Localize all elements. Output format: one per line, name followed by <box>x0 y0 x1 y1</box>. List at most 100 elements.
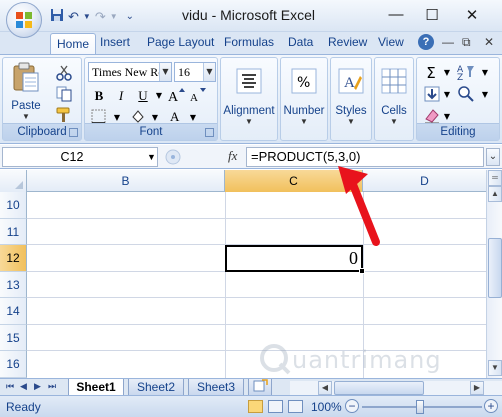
split-box-icon[interactable]: ═ <box>488 170 502 186</box>
undo-icon[interactable]: ↶ <box>68 9 79 25</box>
number-button[interactable]: % Number ▼ <box>281 66 327 128</box>
select-all-corner[interactable] <box>0 170 27 192</box>
paste-button[interactable]: Paste ▼ <box>6 61 46 123</box>
row-header-14[interactable]: 14 <box>0 298 27 325</box>
cells-button[interactable]: Cells ▼ <box>375 66 413 128</box>
vertical-scroll-thumb[interactable] <box>488 238 502 298</box>
insert-sheet-button[interactable] <box>248 379 272 396</box>
scroll-right-icon[interactable]: ▶ <box>470 381 484 395</box>
font-name-dropdown-icon[interactable]: ▼ <box>159 63 171 81</box>
active-cell-c12[interactable]: 0 <box>225 245 363 272</box>
tab-home[interactable]: Home <box>50 33 97 55</box>
vertical-scrollbar[interactable]: ═ ▲ ▼ <box>486 170 502 378</box>
office-button[interactable] <box>6 2 42 38</box>
first-sheet-icon[interactable]: ⏮ <box>6 381 14 392</box>
fill-dropdown-icon[interactable]: ▼ <box>437 84 457 104</box>
save-icon[interactable] <box>50 8 64 25</box>
cut-icon[interactable] <box>55 64 73 82</box>
row-header-13[interactable]: 13 <box>0 272 27 298</box>
worksheet-grid[interactable]: B C D 10 11 12 13 14 15 16 0 <box>0 170 486 378</box>
row-header-16[interactable]: 16 <box>0 351 27 378</box>
gridline <box>363 192 364 378</box>
ribbon-minimize-icon[interactable]: — <box>442 35 454 49</box>
autosum-dropdown-icon[interactable]: ▼ <box>437 62 457 82</box>
restore-button[interactable]: ☐ <box>422 6 442 24</box>
tab-review[interactable]: Review <box>328 35 367 49</box>
column-header-d[interactable]: D <box>363 170 486 192</box>
find-select-dropdown-icon[interactable]: ▼ <box>475 84 495 104</box>
styles-button[interactable]: A Styles ▼ <box>331 66 371 128</box>
customize-qat-icon[interactable]: ⌄ <box>126 11 134 22</box>
row-header-10[interactable]: 10 <box>0 192 27 219</box>
horizontal-scrollbar[interactable]: ◀ ▶ <box>290 381 502 395</box>
insert-function-icon[interactable]: fx <box>228 148 237 164</box>
tab-formulas[interactable]: Formulas <box>224 35 274 49</box>
fill-handle[interactable] <box>359 268 365 274</box>
grow-font-icon[interactable]: A <box>167 86 185 104</box>
ribbon-close-icon[interactable]: ✕ <box>484 35 494 49</box>
copy-icon[interactable] <box>55 85 73 103</box>
tab-view[interactable]: View <box>378 35 404 49</box>
underline-dropdown-icon[interactable]: ▼ <box>149 85 169 105</box>
prev-sheet-icon[interactable]: ◀ <box>20 381 27 392</box>
next-sheet-icon[interactable]: ▶ <box>34 381 41 392</box>
sheet-tab-sheet3[interactable]: Sheet3 <box>188 379 244 396</box>
format-painter-icon[interactable] <box>55 106 73 124</box>
redo-icon[interactable]: ↷ <box>95 9 106 25</box>
styles-group: A Styles ▼ <box>330 57 372 141</box>
page-layout-view-icon[interactable] <box>268 400 283 413</box>
normal-view-icon[interactable] <box>248 400 263 413</box>
scroll-up-icon[interactable]: ▲ <box>488 186 502 202</box>
font-group: Times New Roman ▼ 16 ▼ B I U ▼ A A ▼ ▼ <box>84 57 218 141</box>
row-header-15[interactable]: 15 <box>0 325 27 351</box>
sort-filter-icon[interactable]: A Z <box>457 63 475 81</box>
alignment-label: Alignment <box>223 105 275 117</box>
italic-button[interactable]: I <box>111 85 131 105</box>
alignment-dropdown-icon: ▼ <box>245 117 253 126</box>
tab-page-layout[interactable]: Page Layout <box>147 35 214 49</box>
minimize-button[interactable]: — <box>386 6 406 23</box>
paste-dropdown-icon[interactable]: ▼ <box>6 112 46 121</box>
font-name-select[interactable]: Times New Roman ▼ <box>88 62 172 82</box>
row-header-12[interactable]: 12 <box>0 245 27 272</box>
font-size-dropdown-icon[interactable]: ▼ <box>203 63 215 81</box>
name-box[interactable]: C12 <box>2 147 158 167</box>
gridline <box>27 218 486 219</box>
sort-filter-dropdown-icon[interactable]: ▼ <box>475 62 495 82</box>
column-header-b[interactable]: B <box>27 170 225 192</box>
paste-icon <box>13 62 39 92</box>
tab-insert[interactable]: Insert <box>100 35 130 49</box>
styles-icon: A <box>338 68 364 94</box>
scroll-down-icon[interactable]: ▼ <box>488 360 502 376</box>
clipboard-launcher-icon[interactable] <box>69 128 78 137</box>
expand-formula-bar-icon[interactable]: ⌄ <box>486 148 500 166</box>
sheet-tab-sheet2[interactable]: Sheet2 <box>128 379 184 396</box>
column-header-c[interactable]: C <box>225 170 363 192</box>
help-icon[interactable]: ? <box>418 34 434 50</box>
zoom-level[interactable]: 100% <box>311 400 342 414</box>
name-box-dropdown-icon[interactable]: ▼ <box>147 152 156 162</box>
zoom-slider-thumb[interactable] <box>416 400 424 414</box>
find-select-icon[interactable] <box>457 85 475 103</box>
alignment-button[interactable]: Alignment ▼ <box>221 66 277 128</box>
row-header-11[interactable]: 11 <box>0 219 27 245</box>
font-size-select[interactable]: 16 ▼ <box>174 62 216 82</box>
last-sheet-icon[interactable]: ⏭ <box>48 381 56 392</box>
close-button[interactable]: ✕ <box>462 6 482 24</box>
svg-text:%: % <box>297 75 310 91</box>
scroll-left-icon[interactable]: ◀ <box>318 381 332 395</box>
font-launcher-icon[interactable] <box>205 128 214 137</box>
zoom-out-icon[interactable]: − <box>345 399 359 413</box>
bold-button[interactable]: B <box>89 85 109 105</box>
cells-label: Cells <box>381 105 407 117</box>
formula-input[interactable]: =PRODUCT(5,3,0) <box>246 147 484 167</box>
tab-data[interactable]: Data <box>288 35 313 49</box>
gridline <box>225 192 226 378</box>
shrink-font-icon[interactable]: A <box>189 86 207 104</box>
ribbon-restore-icon[interactable]: ⧉ <box>462 35 471 50</box>
redo-dropdown-icon[interactable]: ▼ <box>110 12 118 21</box>
page-break-view-icon[interactable] <box>288 400 303 413</box>
horizontal-scroll-thumb[interactable] <box>334 381 424 395</box>
zoom-in-icon[interactable]: + <box>484 399 498 413</box>
undo-dropdown-icon[interactable]: ▼ <box>83 12 91 21</box>
